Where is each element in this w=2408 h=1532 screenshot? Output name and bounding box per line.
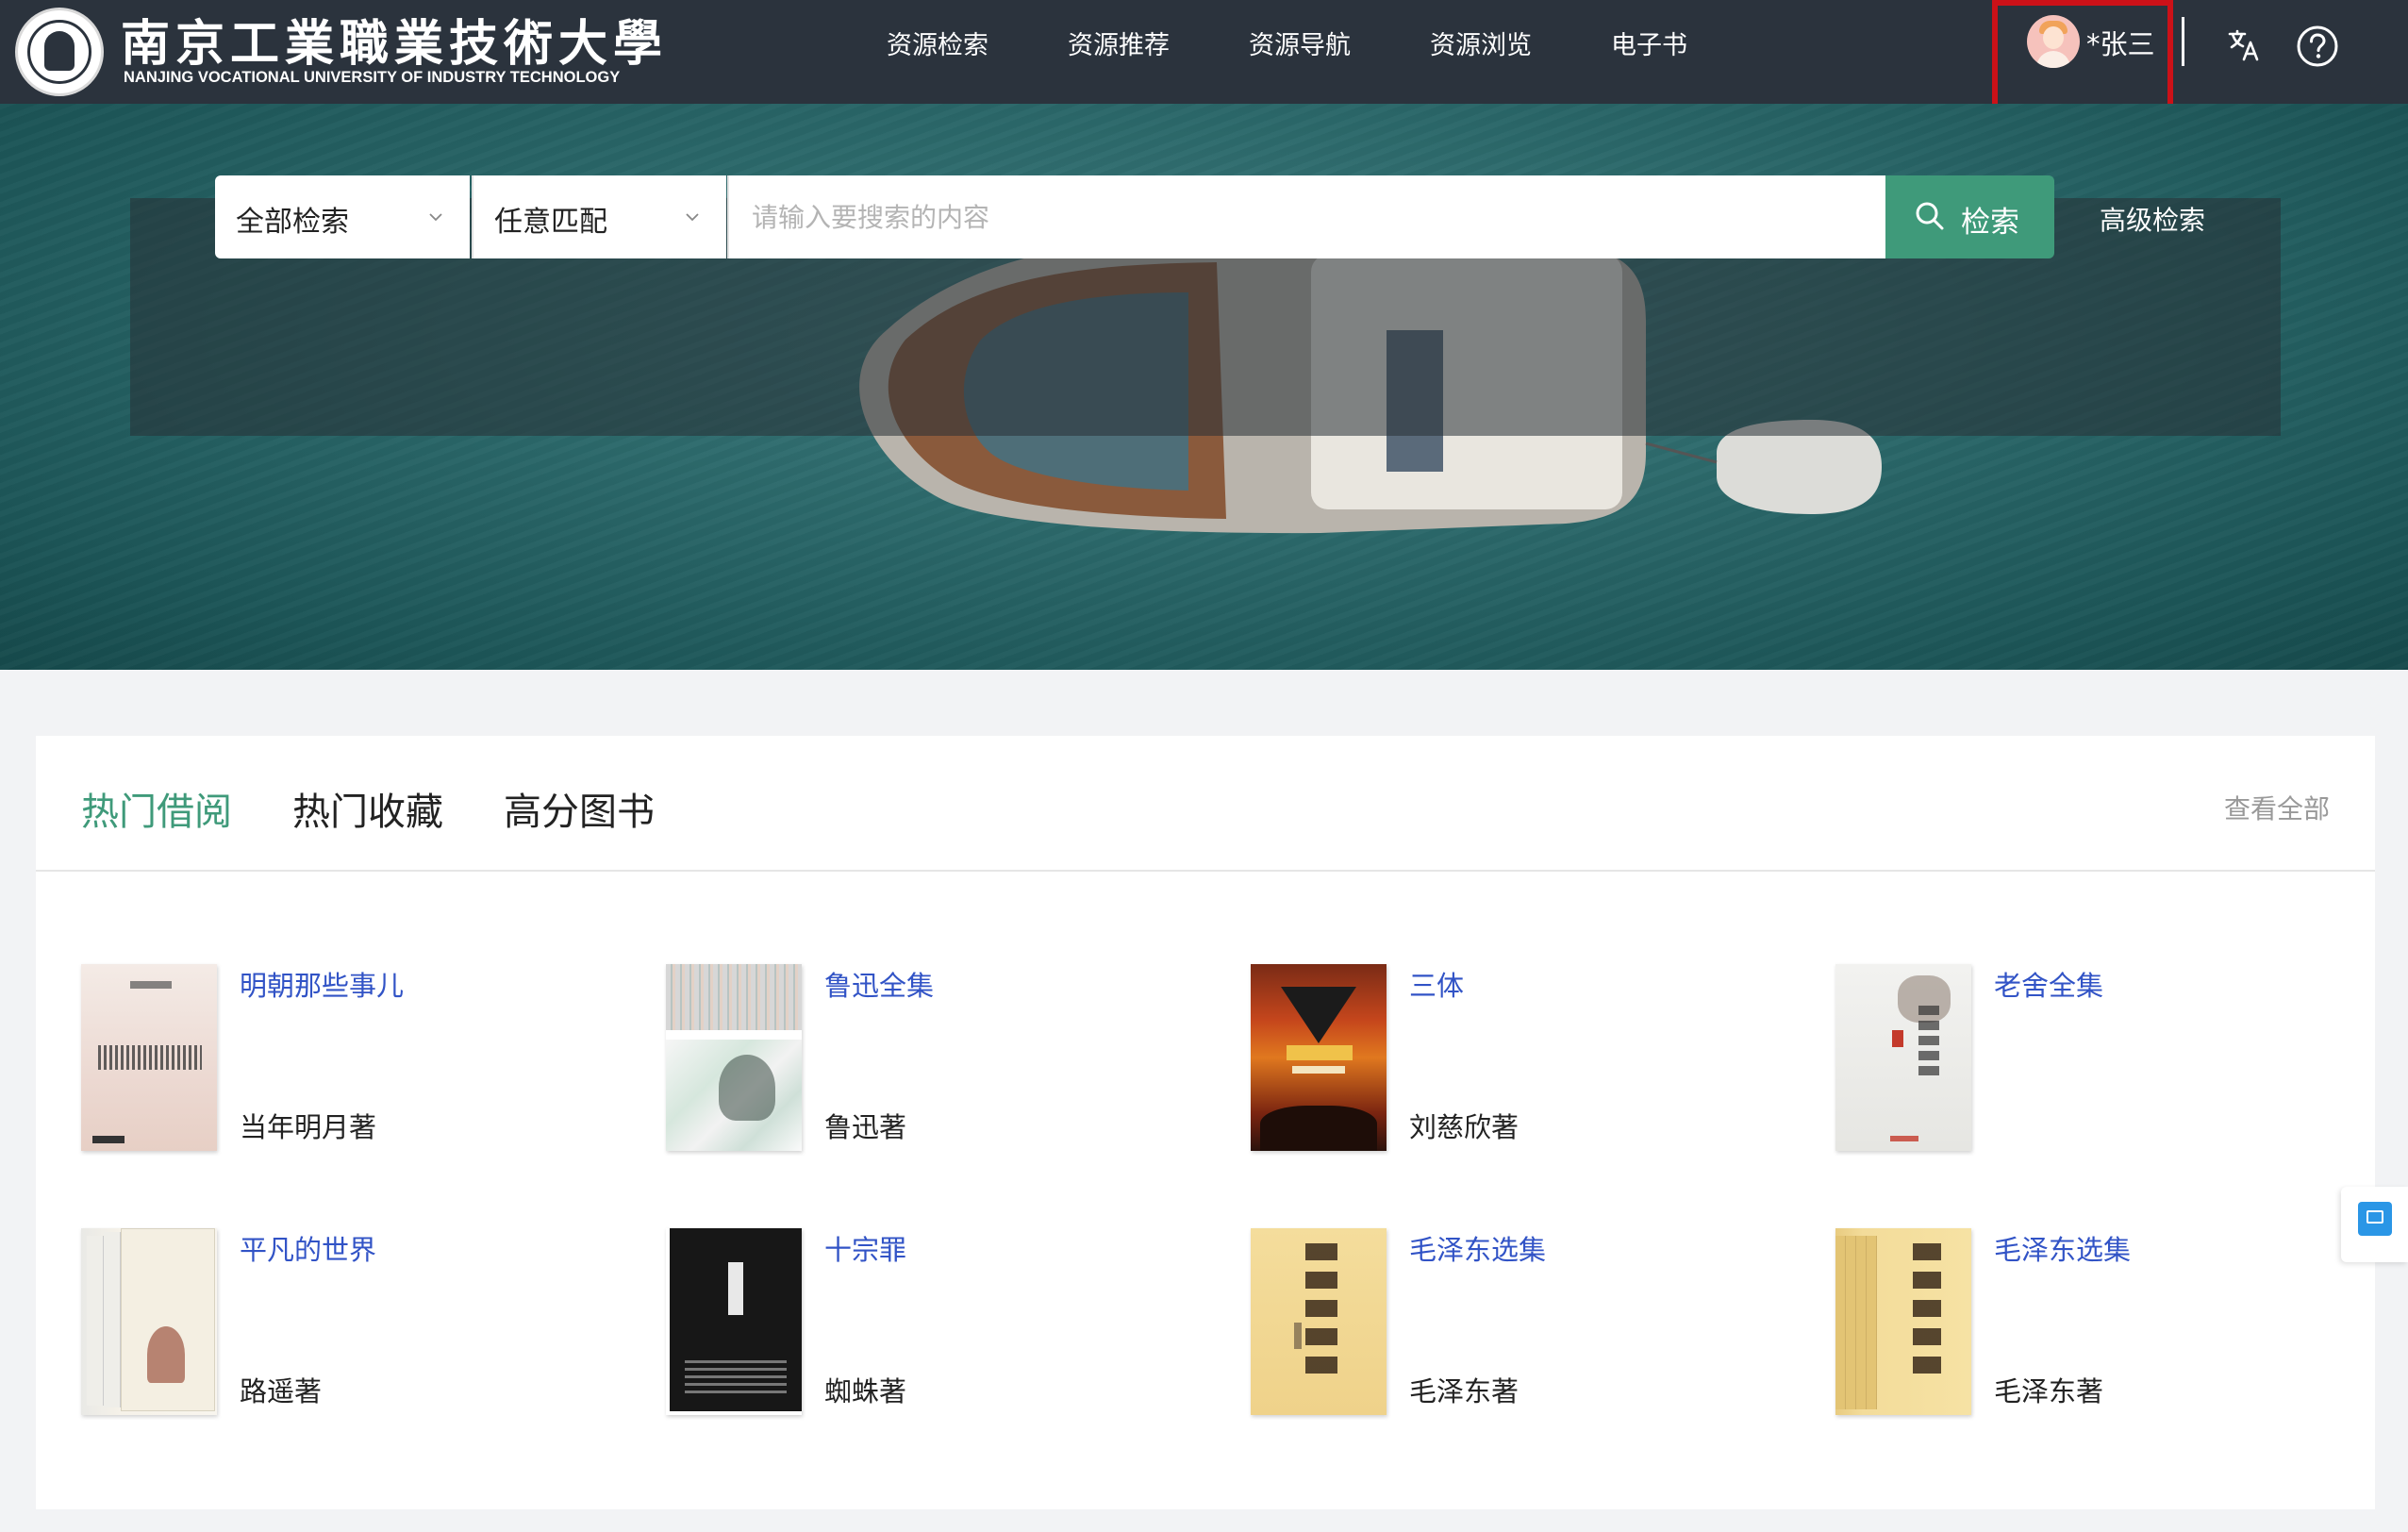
view-all-link[interactable]: 查看全部 — [2224, 789, 2330, 826]
university-logo-seal[interactable] — [15, 8, 104, 96]
book-title[interactable]: 三体 — [1409, 964, 1464, 1004]
chevron-down-icon — [686, 213, 699, 222]
cover-art — [719, 1055, 775, 1121]
book-author: 蜘蛛著 — [824, 1375, 907, 1407]
cover-art — [1294, 1323, 1302, 1349]
cover-art — [1287, 1045, 1353, 1060]
cover-art — [121, 1228, 215, 1411]
header-divider — [2182, 17, 2184, 66]
page: 南京工業職業技術大學 NANJING VOCATIONAL UNIVERSITY… — [0, 0, 2408, 1532]
cover-art — [1892, 1030, 1903, 1047]
book-cover[interactable] — [81, 1228, 217, 1415]
cover-art — [1918, 1006, 1939, 1081]
cover-art — [1260, 1106, 1377, 1151]
cover-art — [728, 1262, 743, 1315]
book-author: 毛泽东著 — [1994, 1375, 2104, 1407]
book-cover[interactable] — [1251, 1228, 1387, 1415]
tab-hot-borrow[interactable]: 热门借阅 — [81, 781, 232, 836]
search-scope-label: 全部检索 — [236, 206, 349, 239]
help-icon[interactable] — [2296, 25, 2339, 68]
cover-art — [1305, 1243, 1337, 1385]
book-item[interactable]: 鲁迅全集 鲁迅著 — [666, 964, 1194, 1162]
nav-item-resource-search[interactable]: 资源检索 — [887, 25, 988, 61]
book-item[interactable]: 十宗罪 蜘蛛著 — [666, 1228, 1194, 1426]
seal-emblem — [44, 31, 75, 71]
university-name-cn[interactable]: 南京工業職業技術大學 — [121, 4, 668, 73]
book-cover[interactable] — [1835, 964, 1971, 1151]
book-title[interactable]: 十宗罪 — [824, 1228, 906, 1268]
advanced-search-link[interactable]: 高级检索 — [2100, 200, 2205, 238]
cover-art — [147, 1326, 185, 1383]
chat-icon[interactable] — [2358, 1202, 2392, 1236]
book-title[interactable]: 平凡的世界 — [240, 1228, 376, 1268]
cover-art — [1913, 1243, 1941, 1385]
book-cover[interactable] — [1835, 1228, 1971, 1415]
book-item[interactable]: 平凡的世界 路遥著 — [81, 1228, 609, 1426]
book-item[interactable]: 明朝那些事儿 当年明月著 — [81, 964, 609, 1162]
top-header: 南京工業職業技術大學 NANJING VOCATIONAL UNIVERSITY… — [0, 0, 2408, 109]
book-title[interactable]: 鲁迅全集 — [824, 964, 934, 1004]
search-scope-select[interactable]: 全部检索 — [215, 175, 470, 258]
cover-art — [666, 964, 802, 1030]
book-item[interactable]: 毛泽东选集 毛泽东著 — [1251, 1228, 1779, 1426]
tab-hot-favorite[interactable]: 热门收藏 — [292, 781, 443, 836]
search-match-select[interactable]: 任意匹配 — [472, 175, 726, 258]
cover-art — [1281, 987, 1356, 1043]
search-button-label: 检索 — [1961, 206, 2019, 240]
cover-art — [1835, 1236, 1877, 1409]
tab-high-score[interactable]: 高分图书 — [504, 781, 655, 836]
book-title[interactable]: 毛泽东选集 — [1409, 1228, 1546, 1268]
book-item[interactable]: 老舍全集 — [1835, 964, 2364, 1162]
book-author: 鲁迅著 — [824, 1111, 907, 1143]
card-divider — [36, 870, 2375, 872]
book-cover[interactable] — [81, 964, 217, 1151]
cover-art — [130, 981, 172, 989]
cover-art — [87, 1236, 104, 1406]
cover-art — [685, 1360, 787, 1398]
book-author: 路遥著 — [240, 1375, 323, 1407]
book-title[interactable]: 毛泽东选集 — [1994, 1228, 2131, 1268]
user-highlight-box — [1992, 0, 2173, 109]
cover-art — [1890, 1136, 1918, 1141]
book-title[interactable]: 明朝那些事儿 — [240, 964, 404, 1004]
book-author: 毛泽东著 — [1409, 1375, 1520, 1407]
cover-art — [104, 1232, 121, 1407]
nav-item-ebook[interactable]: 电子书 — [1611, 25, 1687, 61]
search-match-label: 任意匹配 — [494, 206, 607, 239]
floating-chat-widget[interactable] — [2341, 1187, 2408, 1262]
book-cover[interactable] — [1251, 964, 1387, 1151]
book-cover[interactable] — [666, 964, 802, 1151]
translate-icon[interactable] — [2228, 28, 2262, 62]
chevron-down-icon — [429, 213, 442, 222]
book-title[interactable]: 老舍全集 — [1994, 964, 2103, 1004]
search-icon — [1916, 202, 1944, 230]
search-input[interactable] — [727, 175, 1885, 258]
chat-icon-inner — [2366, 1210, 2383, 1224]
university-name-en: NANJING VOCATIONAL UNIVERSITY OF INDUSTR… — [124, 69, 621, 86]
cover-art — [1292, 1066, 1345, 1074]
book-cover[interactable] — [666, 1228, 802, 1415]
nav-item-resource-browse[interactable]: 资源浏览 — [1430, 25, 1532, 61]
nav-item-resource-recommend[interactable]: 资源推荐 — [1068, 25, 1170, 61]
cover-art — [98, 1045, 202, 1070]
nav-item-resource-navigation[interactable]: 资源导航 — [1249, 25, 1351, 61]
book-author: 刘慈欣著 — [1409, 1111, 1520, 1143]
book-item[interactable]: 三体 刘慈欣著 — [1251, 964, 1779, 1162]
book-item[interactable]: 毛泽东选集 毛泽东著 — [1835, 1228, 2364, 1426]
book-author: 当年明月著 — [240, 1111, 377, 1143]
books-card: 热门借阅 热门收藏 高分图书 查看全部 明朝那些事儿 当年明月著 鲁迅全集 鲁迅… — [36, 736, 2375, 1509]
search-button[interactable]: 检索 — [1885, 175, 2054, 258]
cover-art — [92, 1136, 125, 1143]
